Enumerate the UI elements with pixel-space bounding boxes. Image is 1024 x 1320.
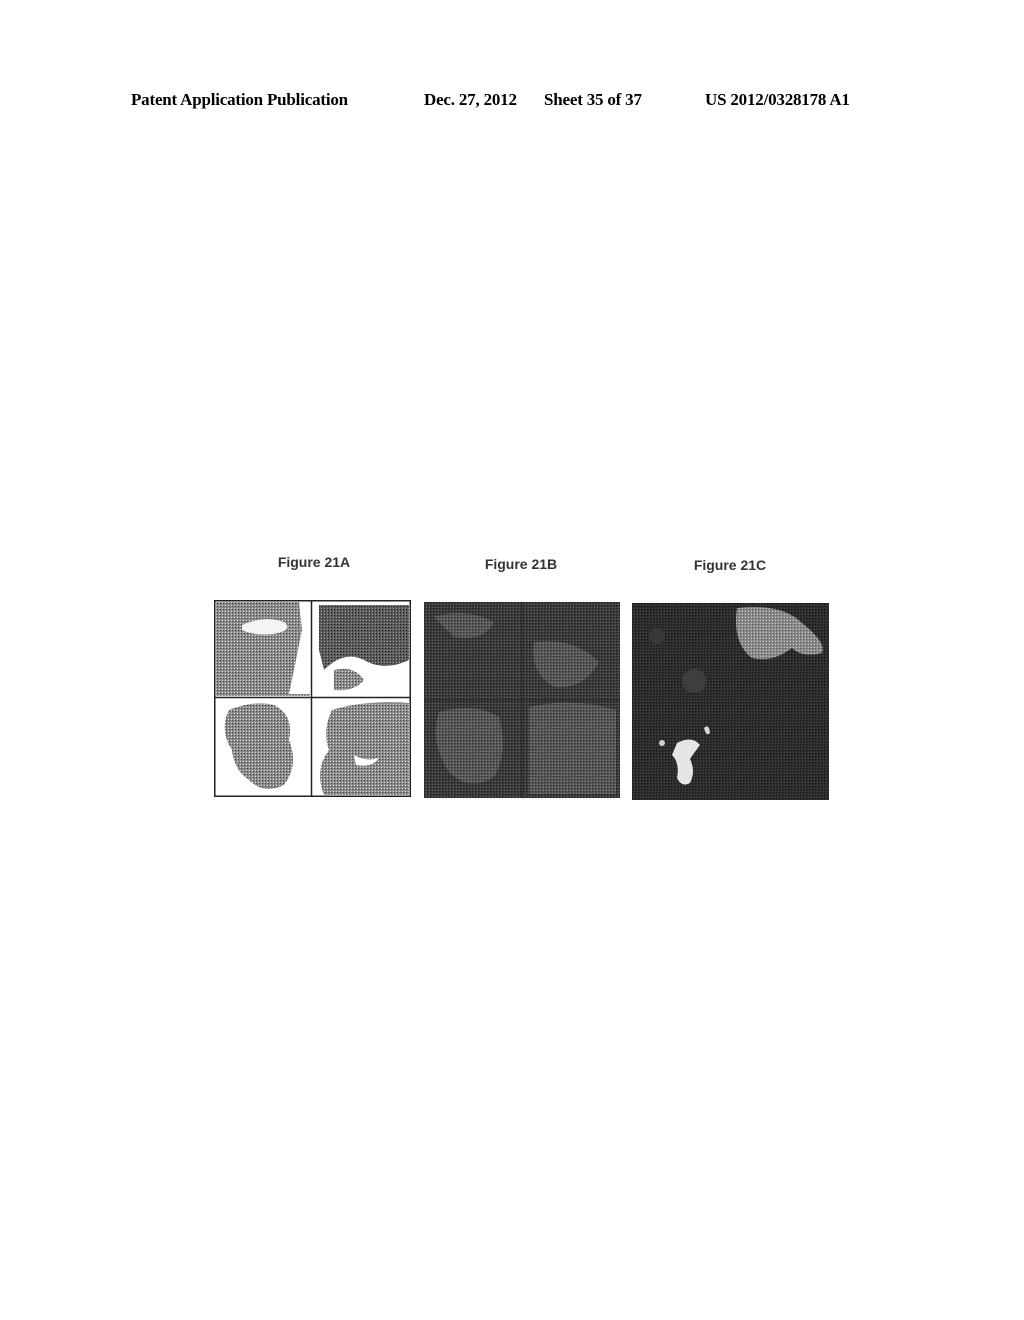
patent-number: US 2012/0328178 A1 (705, 90, 850, 109)
figure-label: Figure 21C (693, 557, 767, 573)
figure-21b-image (424, 602, 620, 798)
sheet-number: Sheet 35 of 37 (544, 90, 642, 109)
publication-date: Dec. 27, 2012 (424, 90, 517, 109)
figure-label: Figure 21A (277, 554, 351, 570)
figure-label: Figure 21B (484, 556, 558, 572)
figure-21c-image (632, 603, 829, 800)
publication-type: Patent Application Publication (131, 90, 348, 109)
figure-21a-image (214, 600, 411, 797)
